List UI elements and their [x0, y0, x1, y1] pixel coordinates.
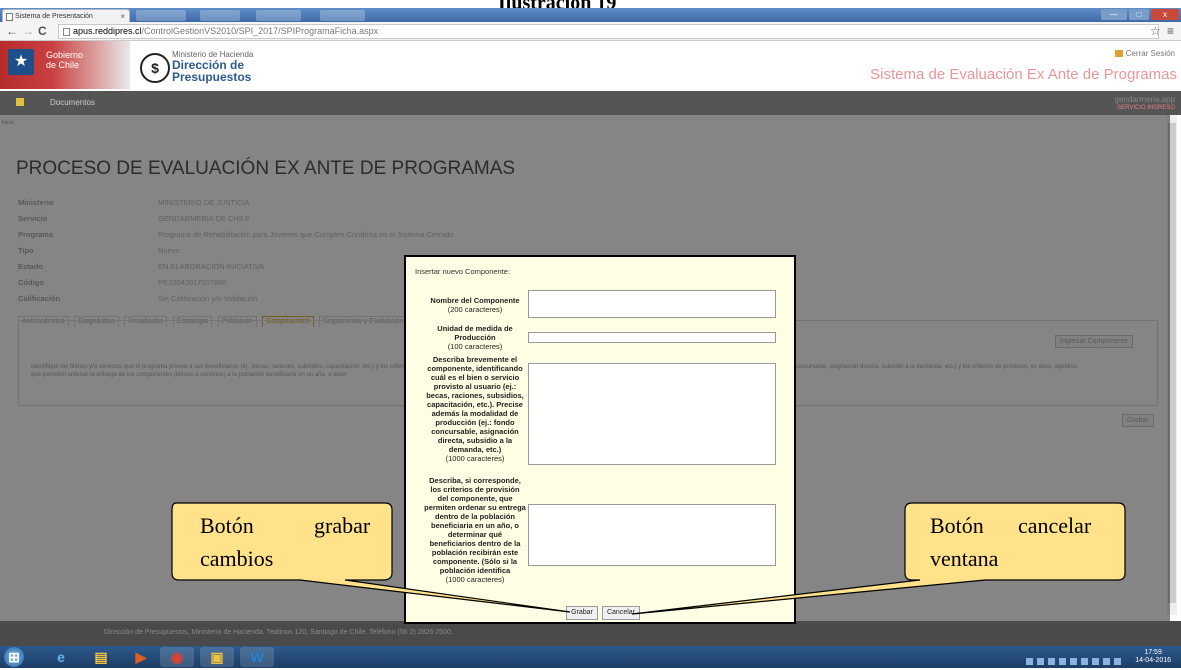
tab-close-icon[interactable]: × [120, 10, 125, 22]
background-tab[interactable] [136, 10, 186, 21]
nav-documentos[interactable]: Documentos [50, 98, 95, 107]
dialog-grabar-button[interactable]: Grabar [566, 606, 598, 620]
window-minimize-button[interactable]: — [1101, 9, 1127, 20]
user-info: gendarmeria.app SERVICIO INGRESO [1115, 95, 1175, 113]
callout-right-word-2: cancelar [1018, 513, 1092, 538]
dipres-text: Ministerio de Hacienda Dirección de Pres… [172, 50, 253, 83]
footer-text: Dirección de Presupuestos, Ministerio de… [104, 629, 453, 636]
callout-right-word-1: Botón [930, 513, 984, 538]
tray-icon[interactable] [1059, 658, 1066, 665]
gob-line-1: Gobierno [46, 50, 84, 60]
background-tab[interactable] [256, 10, 301, 21]
site-header: ★ Gobierno de Chile $ Ministerio de Haci… [0, 41, 1181, 89]
criterios-label: Describa, si corresponde, los criterios … [424, 476, 526, 584]
word-icon[interactable]: W [240, 647, 274, 667]
browser-tab[interactable]: Sistema de Presentación × [2, 9, 130, 22]
browser-toolbar: ← → C apus.reddipres.cl/ControlGestionVS… [0, 22, 1181, 41]
url-host: apus.reddipres.cl [73, 26, 142, 36]
criterios-field[interactable] [528, 504, 776, 566]
page-icon [6, 13, 13, 21]
windows-taskbar: ⊞ e ▤ ▶ ◉ ▣ W 17:59 14-04-2016 [0, 646, 1181, 668]
dialog-title: Insertar nuevo Componente: [415, 267, 511, 276]
window-maximize-button[interactable]: □ [1129, 9, 1149, 20]
unidad-medida-field[interactable] [528, 332, 776, 343]
callout-left-word-3: cambios [200, 546, 274, 571]
tray-icon[interactable] [1103, 658, 1110, 665]
descripcion-field[interactable] [528, 363, 776, 465]
callout-left-word-2: grabar [314, 513, 371, 538]
callout-right-word-3: ventana [930, 546, 999, 571]
dipres-logo-icon: $ [140, 53, 170, 83]
dialog-cancelar-button[interactable]: Cancelar [602, 606, 640, 620]
media-player-icon[interactable]: ▶ [124, 647, 158, 667]
user-name: gendarmeria.app [1114, 95, 1175, 104]
insert-component-dialog: Insertar nuevo Componente: Nombre del Co… [404, 255, 796, 624]
internet-explorer-icon[interactable]: e [44, 647, 78, 667]
system-tray [1022, 652, 1121, 665]
url-path: /ControlGestionVS2010/SPI_2017/SPIProgra… [141, 26, 379, 36]
tray-icon[interactable] [1048, 658, 1055, 665]
folder-icon[interactable]: ▣ [200, 647, 234, 667]
chrome-icon[interactable]: ◉ [160, 647, 194, 667]
clock-time: 17:59 [1144, 649, 1162, 656]
reload-icon[interactable]: C [38, 24, 47, 38]
home-icon[interactable] [16, 98, 24, 106]
tray-icon[interactable] [1037, 658, 1044, 665]
back-icon[interactable]: ← [6, 24, 18, 38]
background-tab[interactable] [200, 10, 240, 21]
tray-icon[interactable] [1070, 658, 1077, 665]
browser-tab-bar: Sistema de Presentación × — □ x [0, 8, 1181, 22]
address-bar[interactable]: apus.reddipres.cl/ControlGestionVS2010/S… [58, 24, 1159, 39]
tray-icon[interactable] [1026, 658, 1033, 665]
nombre-componente-label: Nombre del Componente (200 caracteres) [430, 296, 520, 314]
cerrar-sesion-link[interactable]: Cerrar Sesión [1114, 49, 1175, 58]
page-footer: Dirección de Presupuestos, Ministerio de… [0, 621, 1181, 646]
main-navbar: Documentos gendarmeria.app SERVICIO INGR… [0, 91, 1181, 115]
descripcion-label: Describa brevemente el componente, ident… [426, 355, 524, 463]
background-tab[interactable] [320, 10, 365, 21]
dipres-line-2: Presupuestos [172, 70, 252, 84]
callout-left-word-1: Botón [200, 513, 254, 538]
browser-menu-icon[interactable]: ≡ [1167, 24, 1174, 38]
tray-icon[interactable] [1092, 658, 1099, 665]
file-explorer-icon[interactable]: ▤ [84, 647, 118, 667]
gobierno-logo: ★ Gobierno de Chile [0, 41, 130, 89]
volume-icon[interactable] [1114, 658, 1121, 665]
unidad-medida-label: Unidad de medida de Producción (100 carac… [437, 324, 513, 351]
page-icon [63, 28, 70, 36]
bookmark-star-icon[interactable]: ☆ [1150, 24, 1161, 38]
forward-icon[interactable]: → [22, 24, 34, 38]
document-caption-strip: Ilustración 19 [0, 0, 1181, 14]
user-service: SERVICIO INGRESO [1117, 105, 1175, 111]
clock-date: 14-04-2016 [1135, 657, 1171, 664]
tab-title: Sistema de Presentación [15, 13, 93, 20]
system-title: Sistema de Evaluación Ex Ante de Program… [870, 66, 1177, 83]
system-clock[interactable]: 17:59 14-04-2016 [1135, 649, 1171, 665]
gob-line-2: de Chile [46, 60, 80, 70]
cerrar-sesion-label: Cerrar Sesión [1125, 49, 1175, 58]
window-close-button[interactable]: x [1151, 9, 1179, 20]
nombre-componente-field[interactable] [528, 290, 776, 318]
star-icon: ★ [8, 49, 34, 75]
tray-icon[interactable] [1081, 658, 1088, 665]
lock-icon [1114, 50, 1123, 58]
start-button-icon[interactable]: ⊞ [4, 647, 24, 667]
